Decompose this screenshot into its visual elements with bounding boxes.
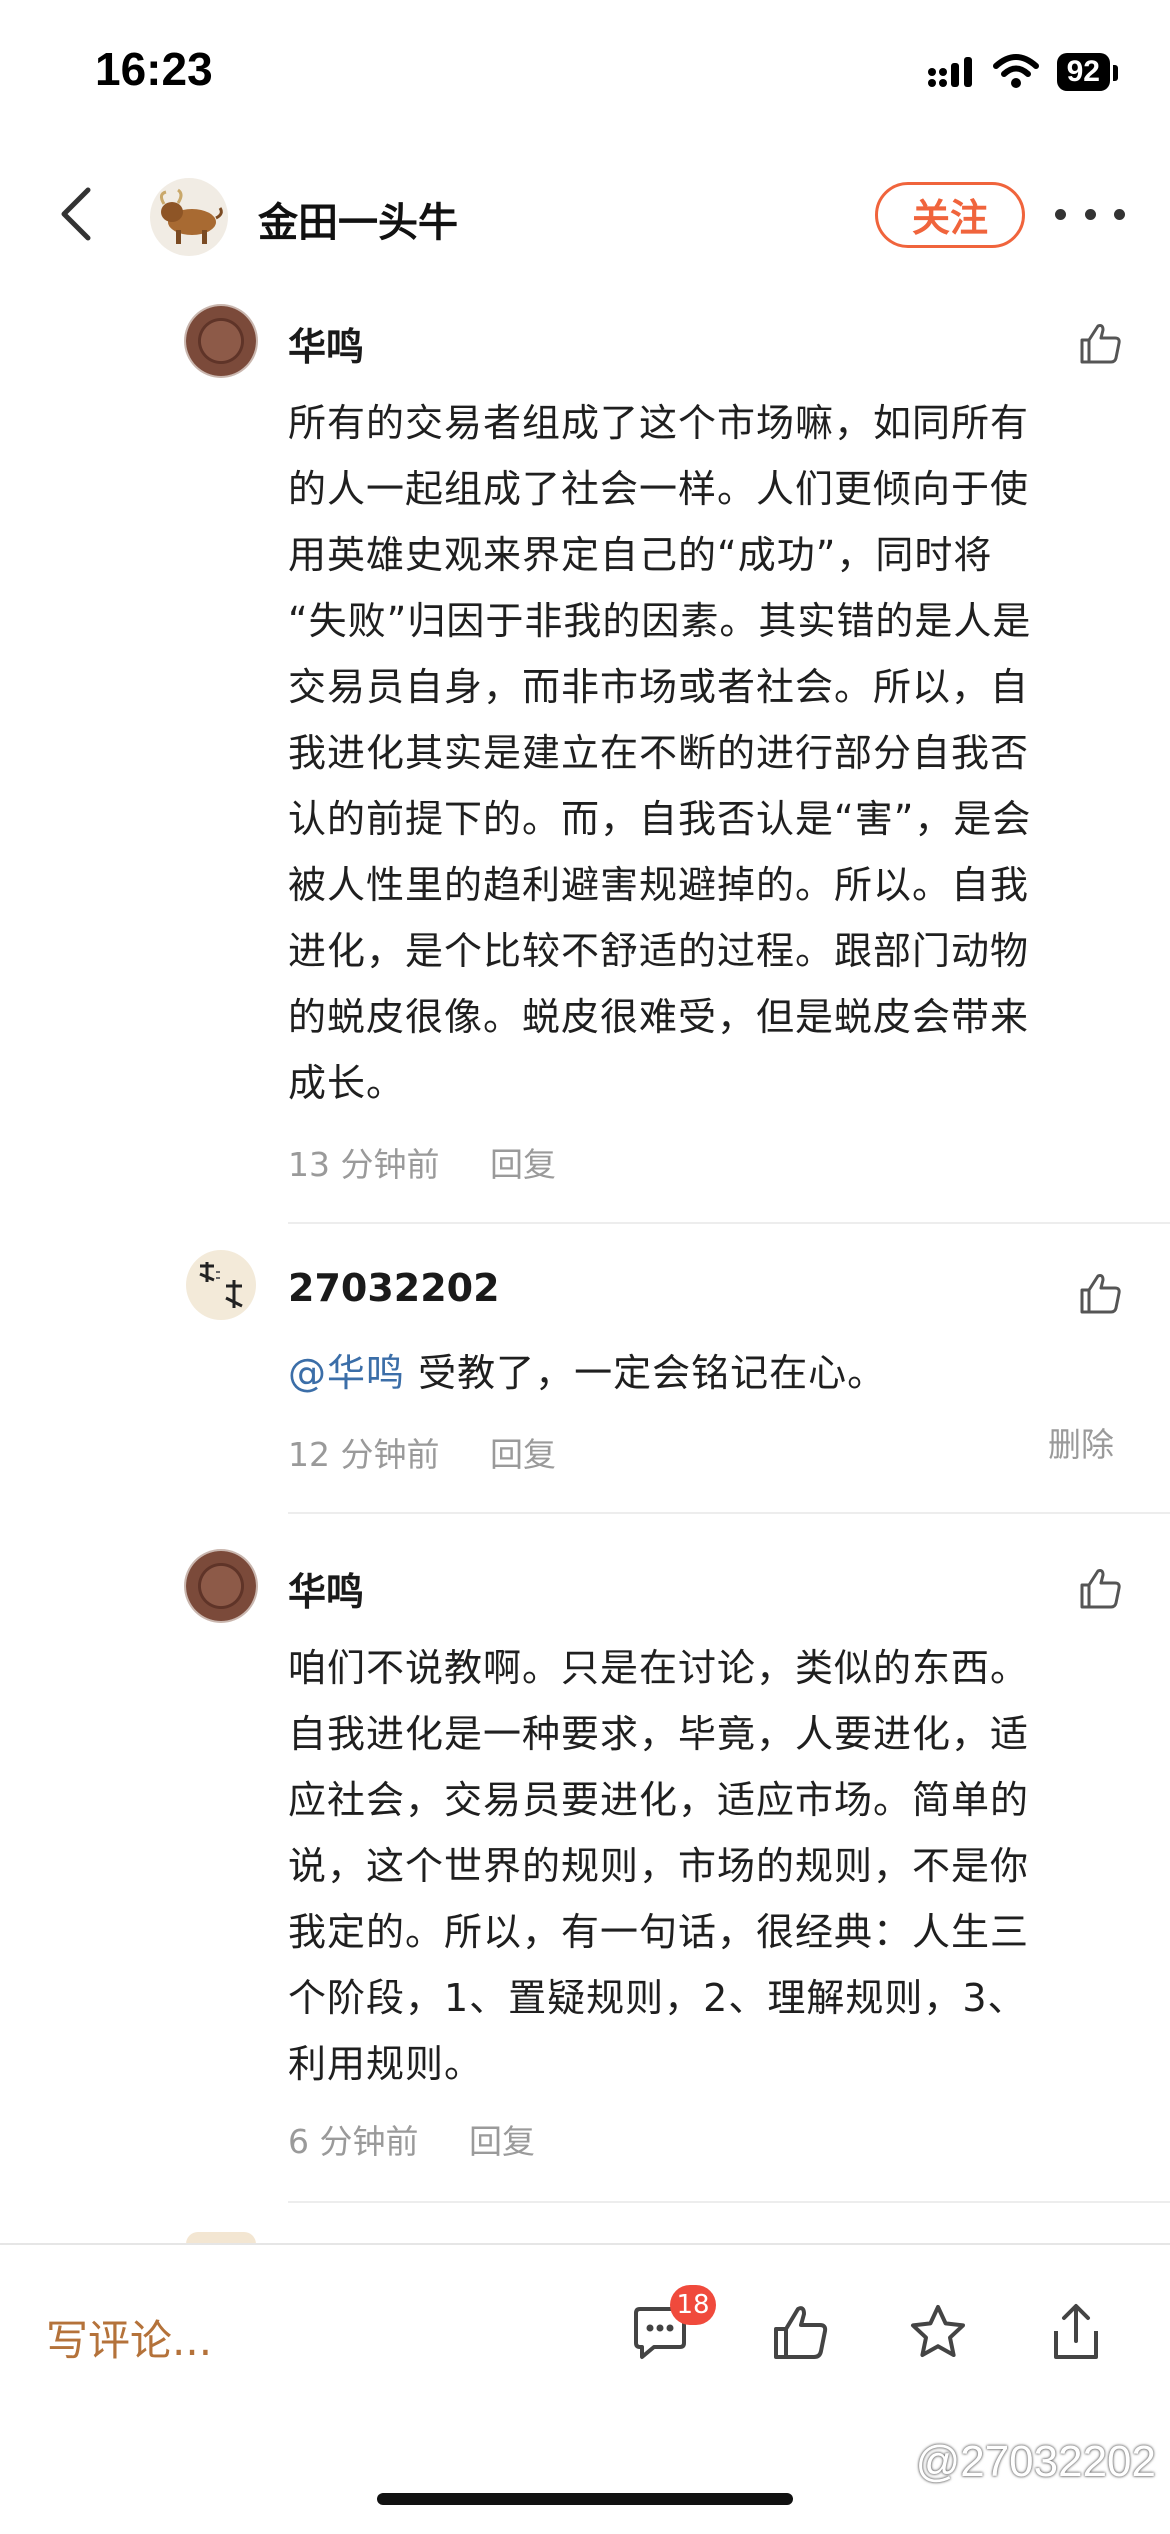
commenter-avatar[interactable] (186, 1551, 256, 1621)
wifi-icon (992, 54, 1039, 88)
text-line: 认的前提下的。而，自我否认是“害”，是会 (288, 797, 1032, 841)
commenter-name[interactable]: 华鸣 (288, 1561, 364, 1616)
mention-link[interactable]: @华鸣 (288, 1351, 405, 1395)
commenter-name[interactable]: 27032202 (288, 1266, 500, 1310)
comment-meta: 13 分钟前 回复 (288, 1138, 596, 1186)
reply-button[interactable]: 回复 (490, 1435, 556, 1474)
thumbs-up-icon[interactable] (1076, 1270, 1124, 1318)
text-line: 的蜕皮很像。蜕皮很难受，但是蜕皮会带来 (288, 995, 1030, 1039)
comment-meta: 6 分钟前 回复 (288, 2115, 575, 2163)
divider (288, 1512, 1170, 1514)
dot (1055, 208, 1066, 220)
battery-indicator: 92 (1056, 53, 1119, 91)
text-line: 应社会，交易员要进化，适应市场。简单的 (288, 1778, 1030, 1822)
comment-text: @华鸣 受教了，一定会铭记在心。 (288, 1340, 1108, 1406)
comment-count-badge: 18 (670, 2285, 716, 2325)
text-line: 用英雄史观来界定自己的“成功”，同时将 (288, 533, 993, 577)
bottom-action-bar: 写评论... 18 @27032202 (0, 2243, 1170, 2534)
status-bar: 16:23 92 (0, 0, 1170, 150)
thumbs-up-icon[interactable] (1076, 1565, 1124, 1613)
text-line: 的人一起组成了社会一样。人们更倾向于使 (288, 467, 1030, 511)
text-line: 自我进化是一种要求，毕竟，人要进化，适 (288, 1712, 1030, 1756)
author-name[interactable]: 金田一头牛 (258, 190, 458, 248)
home-indicator[interactable] (377, 2493, 793, 2505)
text-line: 我进化其实是建立在不断的进行部分自我否 (288, 731, 1030, 775)
comment-time: 6 分钟前 (288, 2122, 419, 2161)
bull-logo-icon (159, 188, 223, 244)
text-line: 说，这个世界的规则，市场的规则，不是你 (288, 1844, 1030, 1888)
text-line: 利用规则。 (288, 2042, 484, 2086)
text-line: 所有的交易者组成了这个市场嘛，如同所有 (288, 401, 1030, 445)
comment-time: 13 分钟前 (288, 1145, 440, 1184)
commenter-avatar[interactable] (186, 306, 256, 376)
star-icon[interactable] (906, 2301, 970, 2365)
divider (288, 1222, 1170, 1224)
author-avatar[interactable] (150, 178, 228, 256)
more-dots-icon[interactable] (1055, 192, 1125, 236)
text-line: 交易员自身，而非市场或者社会。所以，自 (288, 665, 1030, 709)
status-icons: 92 (927, 50, 1119, 94)
delete-button[interactable]: 删除 (1048, 1418, 1114, 1466)
text-line: 进化，是个比较不舒适的过程。跟部门动物 (288, 929, 1030, 973)
back-chevron-icon[interactable] (50, 184, 110, 244)
write-comment-input[interactable]: 写评论... (46, 2307, 212, 2368)
comment-meta: 12 分钟前 回复 (288, 1428, 596, 1476)
comment-text: 咱们不说教啊。只是在讨论，类似的东西。 自我进化是一种要求，毕竟，人要进化，适 … (288, 1635, 1108, 2097)
text-line: “失败”归因于非我的因素。其实错的是人是 (288, 599, 1032, 643)
follow-button[interactable]: 关注 (875, 182, 1025, 248)
text-line: 咱们不说教啊。只是在讨论，类似的东西。 (288, 1646, 1030, 1690)
text-line: 成长。 (288, 1061, 406, 1105)
comment-time: 12 分钟前 (288, 1435, 440, 1474)
dot (1084, 208, 1096, 220)
thumbs-up-icon[interactable] (1076, 320, 1124, 368)
share-icon[interactable] (1044, 2301, 1108, 2365)
watermark: @27032202 (915, 2437, 1156, 2486)
nav-bar: 金田一头牛 关注 (0, 170, 1170, 260)
commenter-name[interactable]: 华鸣 (288, 316, 364, 371)
cellular-signal-icon (927, 57, 972, 87)
reply-button[interactable]: 回复 (469, 2122, 535, 2161)
commenter-avatar[interactable] (186, 1250, 256, 1320)
reply-button[interactable]: 回复 (490, 1145, 556, 1184)
text-line: 个阶段，1、置疑规则，2、理解规则，3、 (288, 1976, 1027, 2020)
comment-text: 所有的交易者组成了这个市场嘛，如同所有 的人一起组成了社会一样。人们更倾向于使 … (288, 390, 1108, 1116)
thumbs-up-icon[interactable] (768, 2301, 832, 2365)
comment-body: 受教了，一定会铭记在心。 (405, 1351, 887, 1395)
text-line: 我定的。所以，有一句话，很经典：人生三 (288, 1910, 1030, 1954)
dot (1114, 208, 1125, 220)
divider (288, 2201, 1170, 2203)
text-line: 被人性里的趋利避害规避掉的。所以。自我 (288, 863, 1030, 907)
calligraphy-logo-icon (199, 1262, 243, 1308)
status-time: 16:23 (95, 43, 213, 95)
